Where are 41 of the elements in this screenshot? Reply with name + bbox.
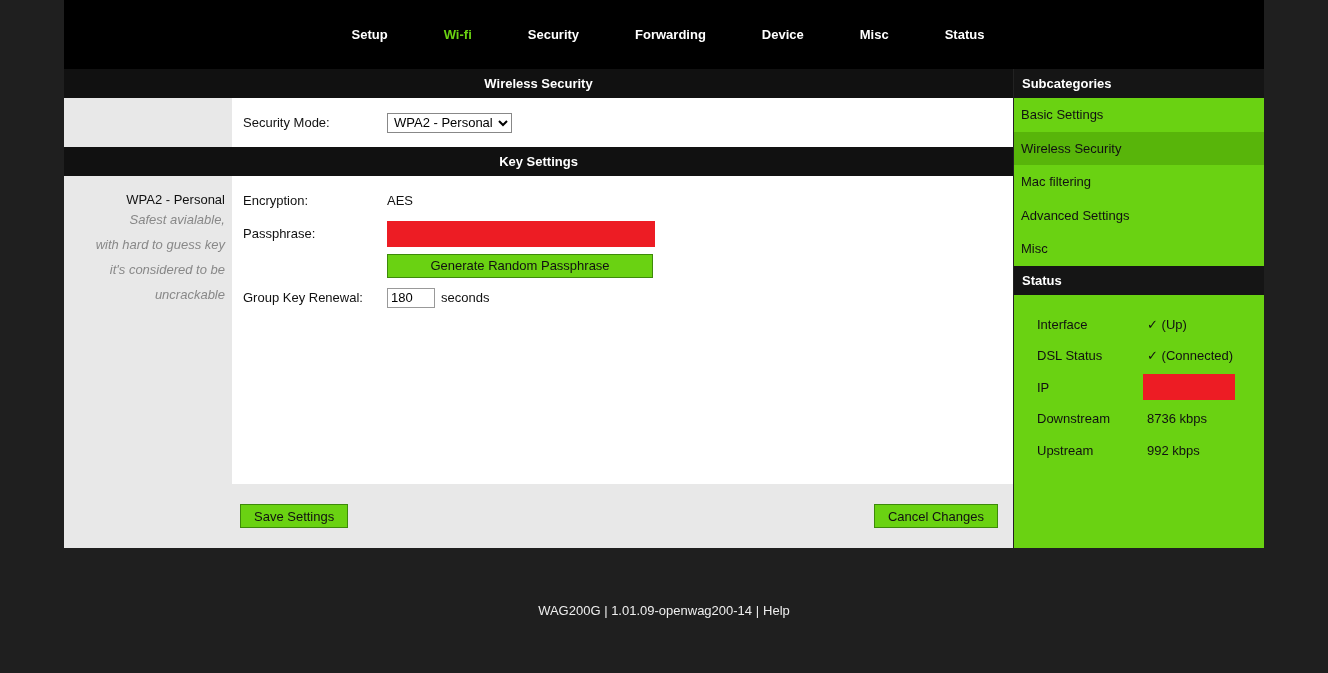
- status-label: Upstream: [1037, 442, 1095, 458]
- status-value: ✓ (Connected): [1147, 348, 1234, 364]
- cancel-changes-button[interactable]: Cancel Changes: [873, 504, 998, 528]
- sidebar-header: Subcategories: [1014, 69, 1264, 98]
- nav-tab[interactable]: Security: [527, 27, 580, 42]
- nav-tab[interactable]: Setup: [351, 27, 388, 42]
- status-header: Status: [1014, 265, 1264, 295]
- nav-tab[interactable]: Device: [761, 27, 804, 42]
- field-label: Group Key Renewal:: [243, 290, 364, 305]
- security-mode-dropdown[interactable]: WPA2 - Personal: [387, 112, 512, 133]
- unit-label: seconds: [441, 290, 490, 305]
- nav-tab[interactable]: Status: [944, 27, 985, 42]
- subcategory-item[interactable]: Advanced Settings: [1014, 198, 1264, 232]
- subcategory-item[interactable]: Misc: [1014, 232, 1264, 266]
- status-value: ✓ (Up): [1147, 316, 1187, 332]
- subcategory-item[interactable]: Mac filtering: [1014, 165, 1264, 199]
- field-label: Encryption:: [243, 193, 310, 208]
- encryption-value: AES: [387, 193, 413, 208]
- nav-tab[interactable]: Wi-fi: [443, 27, 472, 42]
- status-label: Interface: [1037, 316, 1089, 332]
- section-header: Key Settings: [64, 147, 1013, 176]
- nav-tab[interactable]: Misc: [859, 27, 889, 42]
- field-label: Security Mode:: [243, 115, 331, 130]
- section-header: Wireless Security: [64, 69, 1013, 98]
- redacted-passphrase-field[interactable]: [387, 220, 655, 247]
- generate-passphrase-button[interactable]: Generate Random Passphrase: [387, 253, 653, 278]
- status-label: DSL Status: [1037, 348, 1104, 364]
- subcategory-item[interactable]: Wireless Security: [1014, 131, 1264, 165]
- field-label: Passphrase:: [243, 226, 317, 241]
- group-key-renewal-field[interactable]: 180: [387, 287, 435, 308]
- status-label: Downstream: [1037, 411, 1111, 427]
- description-title: WPA2 - Personal: [125, 192, 225, 207]
- status-value: 992 kbps: [1147, 442, 1200, 458]
- nav-tab[interactable]: Forwarding: [635, 27, 706, 42]
- subcategory-item[interactable]: Basic Settings: [1014, 98, 1264, 132]
- status-label: IP: [1037, 379, 1051, 395]
- help-link[interactable]: Help: [763, 603, 790, 618]
- save-settings-button[interactable]: Save Settings: [240, 504, 349, 528]
- status-value: 8736 kbps: [1147, 411, 1207, 427]
- description-text: Safest avialable, with hard to guess key it's considered to be uncrackable: [94, 211, 225, 304]
- footer-text: WAG200G | 1.01.09-openwag200-14 |: [538, 603, 760, 618]
